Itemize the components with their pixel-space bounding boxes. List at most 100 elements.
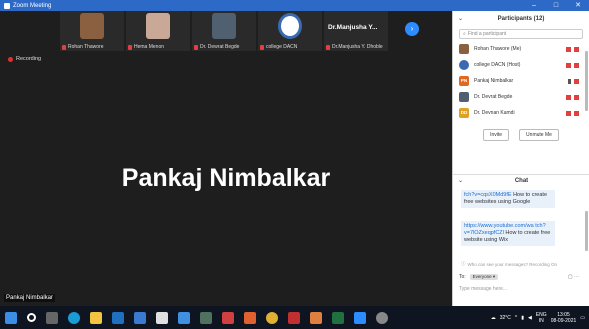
thumbnail-name: Rohan Thawore [68,44,104,50]
unmute-me-button[interactable]: Unmute Me [519,129,559,141]
settings-icon[interactable] [376,311,388,324]
participants-scrollbar[interactable] [585,51,588,111]
participant-video [146,13,170,39]
chevron-down-icon[interactable]: ⌄ [458,11,463,27]
invite-button[interactable]: Invite [483,129,510,141]
participants-title: Participants (12) [497,16,545,22]
chat-privacy-notice[interactable]: ⓘ Who can see your messages? Recording O… [461,261,557,267]
participant-row[interactable]: college DACN (Host) [453,57,589,73]
participant-row[interactable]: PN Pankaj Nimbalkar [453,73,589,89]
mic-muted-icon [326,44,330,50]
participant-name: Dr. Devnan Kamdi [474,110,515,116]
search-icon: ⌕ [463,30,466,37]
mic-muted-icon [566,62,571,68]
app-icon[interactable] [178,311,190,324]
recipient-select[interactable]: Everyone ▾ [469,274,499,280]
video-area[interactable]: Rohan Thawore Hema Menon Dr. Dewrat Begd… [0,11,452,306]
zoom-taskbar-icon[interactable] [354,311,366,324]
participant-name: Dr. Devrat Begde [474,94,513,100]
excel-icon[interactable] [332,311,344,324]
network-icon[interactable]: ▮ [521,315,524,321]
search-placeholder: Find a participant [467,30,507,37]
participant-search-input[interactable]: ⌕ Find a participant [459,29,583,39]
active-speaker-label: Pankaj Nimbalkar [4,294,56,302]
chat-recipient-row: To: Everyone ▾ [459,274,499,280]
system-tray: ☁ 32°C ^ ▮ ◀ ENG IN 13:05 08-09-2021 ▭ [491,306,585,329]
participant-row[interactable]: Dr. Devrat Begde [453,89,589,105]
participant-thumbnail[interactable]: college DACN [258,11,322,51]
search-icon[interactable] [27,313,36,322]
participant-thumbnail[interactable]: Dr. Dewrat Begde [192,11,256,51]
chat-to-label: To: [459,274,466,280]
info-icon: ⓘ [461,261,466,266]
next-page-arrow-icon[interactable]: › [405,22,419,36]
chat-link[interactable]: fch?v=cqsX0Md9fE [464,192,512,198]
zoom-app-icon [4,2,10,9]
participant-name: Rohan Thawore (Me) [474,46,522,52]
chevron-up-icon[interactable]: ^ [515,315,517,321]
task-view-icon[interactable] [46,311,58,324]
notifications-icon[interactable]: ▭ [580,315,585,321]
maximize-button[interactable]: □ [545,0,567,11]
participant-video [212,13,236,39]
volume-icon[interactable]: ◀ [528,315,532,321]
chat-title: Chat [514,178,529,184]
chat-header: ⌄ Chat [453,174,589,186]
app-icon[interactable] [200,311,212,324]
mic-muted-icon [566,46,571,52]
store-icon[interactable] [112,311,124,324]
recording-dot-icon [8,56,13,62]
clock[interactable]: 13:05 08-09-2021 [551,312,577,324]
more-options-icon[interactable]: ⋯ [574,274,579,280]
chevron-down-icon[interactable]: ⌄ [458,175,463,187]
thumbnail-strip: Rohan Thawore Hema Menon Dr. Dewrat Begd… [60,11,388,51]
participant-name: Pankaj Nimbalkar [474,78,514,84]
avatar: DD [459,108,469,118]
mic-muted-icon [128,44,132,50]
app-icon[interactable] [244,311,256,324]
thumbnail-display-name: Dr.Manjusha Y... [328,24,378,31]
participant-row[interactable]: DD Dr. Devnan Kamdi [453,105,589,121]
recording-label: Recording [16,56,42,62]
mic-muted-icon [62,44,66,50]
chat-message: fch?v=cqsX0Md9fE How to create free webs… [461,190,555,208]
thumbnail-name: college DACN [266,44,298,50]
close-button[interactable]: ✕ [567,0,589,11]
mic-muted-icon [260,44,264,50]
chrome-icon[interactable] [266,311,278,324]
avatar [459,60,469,70]
side-panel: ⌄ Participants (12) ⌕ Find a participant… [452,11,589,306]
participant-row[interactable]: Rohan Thawore (Me) [453,41,589,57]
avatar [459,44,469,54]
participant-thumbnail[interactable]: Hema Menon [126,11,190,51]
participant-thumbnail[interactable]: Dr.Manjusha Y... Dr.Manjusha Y. Dhoble [324,11,388,51]
mic-active-icon [568,78,571,84]
minimize-button[interactable]: – [523,0,545,11]
chat-scrollbar[interactable] [585,211,588,251]
app-icon[interactable] [310,311,322,324]
recording-indicator: Recording [8,56,41,62]
title-bar: Zoom Meeting – □ ✕ [0,0,589,11]
active-speaker-name: Pankaj Nimbalkar [121,164,331,192]
participant-thumbnail[interactable]: Rohan Thawore [60,11,124,51]
thumbnail-name: Dr. Dewrat Begde [200,44,240,50]
window-title: Zoom Meeting [13,2,52,9]
camera-off-icon [574,110,579,116]
chat-message: https://www.youtube.com/wa tch?v=7lOZxeq… [461,221,555,246]
language-indicator[interactable]: ENG IN [536,312,547,324]
window-controls: – □ ✕ [523,0,589,11]
camera-off-icon [574,46,579,52]
chat-input[interactable]: Type message here... [459,286,507,292]
camera-off-icon [574,94,579,100]
app-icon[interactable] [288,311,300,324]
file-icon[interactable]: ▢ [568,274,573,280]
weather-temp[interactable]: 32°C [500,315,511,321]
app-icon[interactable] [156,311,168,324]
app-icon[interactable] [222,311,234,324]
file-explorer-icon[interactable] [90,311,102,324]
weather-icon[interactable]: ☁ [491,315,496,321]
edge-browser-icon[interactable] [68,311,80,324]
windows-taskbar: ☁ 32°C ^ ▮ ◀ ENG IN 13:05 08-09-2021 ▭ [0,306,589,329]
windows-start-icon[interactable] [5,311,17,324]
mail-icon[interactable] [134,311,146,324]
